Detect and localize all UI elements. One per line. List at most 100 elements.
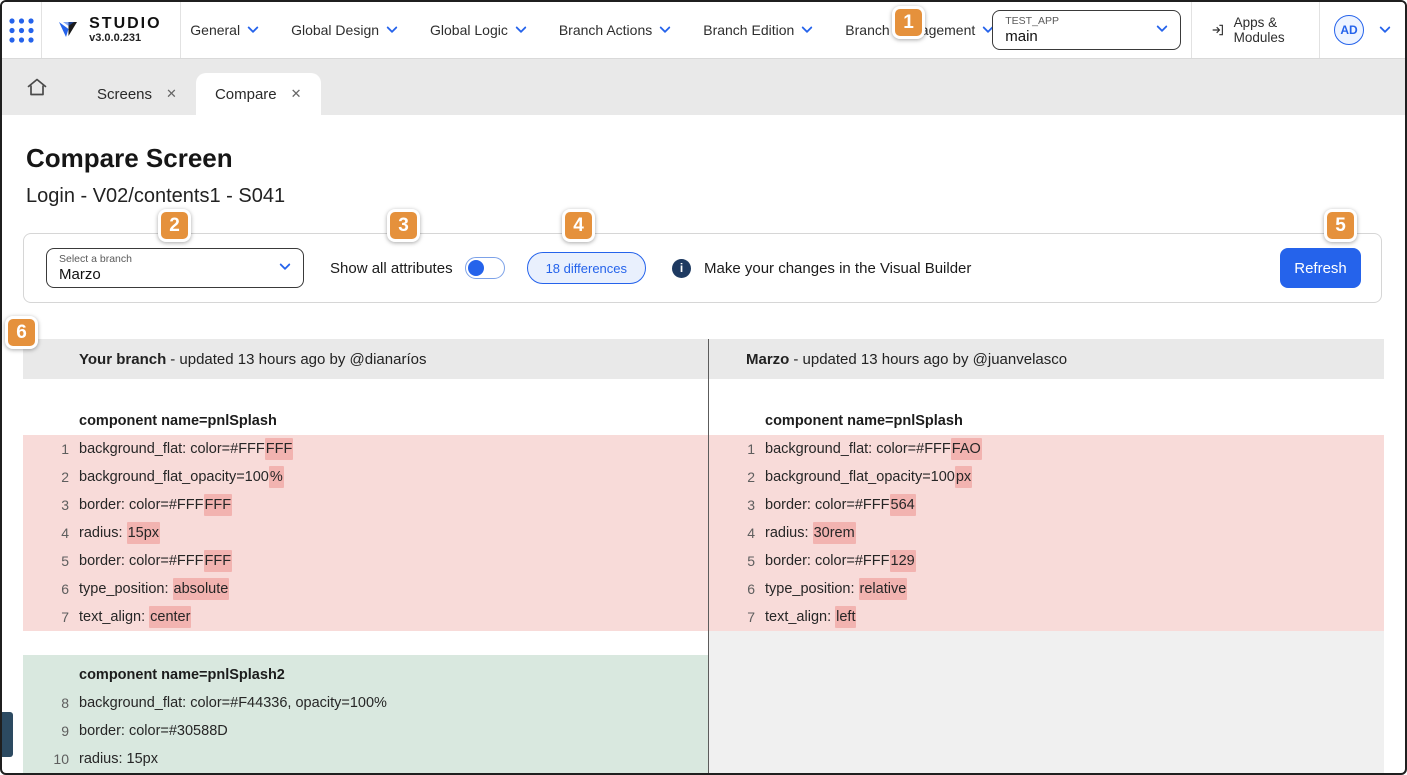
toggle-knob <box>468 260 484 276</box>
attribute-text: type_position: absolute <box>79 581 229 597</box>
left-column-body: component name=pnlSplash1background_flat… <box>23 379 708 775</box>
diff-row: 10radius: 15px <box>23 745 708 773</box>
chevron-down-icon <box>1379 21 1390 32</box>
tab-screens[interactable]: Screens ✕ <box>78 73 196 115</box>
info-icon: i <box>672 259 691 278</box>
app-grid-button[interactable] <box>2 17 41 44</box>
compare-panel: Your branch - updated 13 hours ago by @d… <box>23 339 1384 775</box>
diff-highlight: relative <box>859 578 908 600</box>
diff-highlight: FFF <box>204 494 233 516</box>
diff-highlight: absolute <box>173 578 230 600</box>
attribute-text: background_flat: color=#FFFFFF <box>79 441 293 457</box>
attribute-text: text_align: center <box>79 609 191 625</box>
line-number: 7 <box>709 609 755 625</box>
left-column-header: Your branch - updated 13 hours ago by @d… <box>23 339 708 379</box>
diff-row: 5border: color=#FFF129 <box>709 547 1384 575</box>
page-title: Compare Screen <box>26 143 1405 174</box>
line-number: 7 <box>23 609 69 625</box>
line-number: 6 <box>23 581 69 597</box>
studio-logo: STUDIO v3.0.0.231 <box>42 16 179 44</box>
logo-version: v3.0.0.231 <box>89 33 161 45</box>
apps-modules-button[interactable]: Apps & Modules <box>1191 2 1319 58</box>
chevron-down-icon <box>386 21 397 32</box>
differences-count-button[interactable]: 18 differences <box>527 252 646 284</box>
right-column: Marzo - updated 13 hours ago by @juanvel… <box>709 339 1384 775</box>
diff-row: 8background_flat: color=#F44336, opacity… <box>23 689 708 717</box>
diff-rows: 8background_flat: color=#F44336, opacity… <box>23 689 708 775</box>
diff-row: 5 border: color=#FFFFFF <box>23 547 708 575</box>
line-number: 3 <box>23 497 69 513</box>
line-number: 5 <box>23 553 69 569</box>
left-column: Your branch - updated 13 hours ago by @d… <box>23 339 708 775</box>
right-branch-meta: - updated 13 hours ago by @juanvelasco <box>793 351 1067 368</box>
menu-branch-actions[interactable]: Branch Actions <box>559 22 669 38</box>
line-number: 10 <box>23 751 69 767</box>
attribute-text: type_position: relative <box>765 581 907 597</box>
chevron-down-icon <box>802 21 813 32</box>
attribute-text: background_flat_opacity=100px <box>765 469 972 485</box>
attribute-text: background_flat: color=#F44336, opacity=… <box>79 695 387 711</box>
user-menu[interactable]: AD <box>1320 15 1405 45</box>
diff-row: 1background_flat: color=#FFFFFF <box>23 435 708 463</box>
diff-highlight: 564 <box>890 494 916 516</box>
close-icon[interactable]: ✕ <box>291 86 302 102</box>
refresh-button[interactable]: Refresh <box>1280 248 1361 288</box>
diff-highlight: % <box>269 466 284 488</box>
visual-builder-hint: Make your changes in the Visual Builder <box>704 260 971 277</box>
branch-select[interactable]: Select a branch Marzo <box>46 248 304 288</box>
attribute-text: text_align: left <box>765 609 856 625</box>
menu-label: Branch Edition <box>703 22 794 38</box>
logo-title: STUDIO <box>89 16 161 33</box>
studio-logo-icon <box>56 17 81 43</box>
callout-badge-4: 4 <box>562 209 595 242</box>
attribute-text: radius: 30rem <box>765 525 856 541</box>
app-select-label: TEST_APP <box>1005 15 1150 27</box>
diff-row: 2background_flat_opacity=100% <box>23 463 708 491</box>
diff-row: 1 background_flat: color=#FFFFAO <box>709 435 1384 463</box>
diff-section-added: component name=pnlSplash28background_fla… <box>23 655 708 775</box>
show-all-attributes-toggle[interactable] <box>465 257 505 279</box>
attribute-text: background_flat_opacity=100% <box>79 469 284 485</box>
diff-row: 9border: color=#30588D <box>23 717 708 745</box>
diff-row: 6 type_position: absolute <box>23 575 708 603</box>
menu-branch-edition[interactable]: Branch Edition <box>703 22 811 38</box>
side-panel-handle[interactable] <box>2 712 13 757</box>
tab-compare[interactable]: Compare✕ <box>196 73 321 115</box>
diff-row: 2background_flat_opacity=100px <box>709 463 1384 491</box>
close-icon[interactable]: ✕ <box>166 86 177 102</box>
menu-global-logic[interactable]: Global Logic <box>430 22 525 38</box>
branch-select-value: Marzo <box>59 266 273 283</box>
chevron-down-icon <box>1156 21 1167 32</box>
menu-label: Global Logic <box>430 22 508 38</box>
attribute-text: background_flat: color=#FFFFAO <box>765 441 982 457</box>
callout-badge-6: 6 <box>5 316 38 349</box>
attribute-text: border: color=#FFF129 <box>765 553 916 569</box>
left-branch-name: Your branch <box>79 351 166 368</box>
apps-modules-label: Apps & Modules <box>1234 15 1300 45</box>
diff-highlight: 129 <box>890 550 916 572</box>
apps-modules-icon <box>1211 20 1224 40</box>
menu-global-design[interactable]: Global Design <box>291 22 396 38</box>
diff-highlight: 30rem <box>813 522 856 544</box>
menu-general[interactable]: General <box>190 22 257 38</box>
show-all-attributes-label: Show all attributes <box>330 260 453 277</box>
right-branch-name: Marzo <box>746 351 789 368</box>
app-branch-select[interactable]: TEST_APP main <box>992 10 1181 50</box>
line-number: 4 <box>23 525 69 541</box>
diff-row: 3border: color=#FFFFFF <box>23 491 708 519</box>
tab-label: Screens <box>97 86 152 103</box>
diff-row: 7 text_align: left <box>709 603 1384 631</box>
diff-highlight: FFF <box>265 438 294 460</box>
line-number: 1 <box>709 441 755 457</box>
diff-highlight: px <box>955 466 972 488</box>
component-title: component name=pnlSplash2 <box>23 661 708 689</box>
compare-toolbar: Select a branch Marzo Show all attribute… <box>23 233 1382 303</box>
diff-highlight: left <box>835 606 856 628</box>
top-bar: STUDIO v3.0.0.231 General Global Design Gl… <box>2 2 1405 59</box>
callout-badge-1: 1 <box>892 6 925 39</box>
attribute-text: border: color=#FFFFFF <box>79 553 232 569</box>
page-subtitle: Login - V02/contents1 - S041 <box>26 185 1405 208</box>
diff-highlight: FAO <box>951 438 982 460</box>
left-branch-meta: - updated 13 hours ago by @dianaríos <box>170 351 426 368</box>
home-button[interactable] <box>26 76 48 98</box>
